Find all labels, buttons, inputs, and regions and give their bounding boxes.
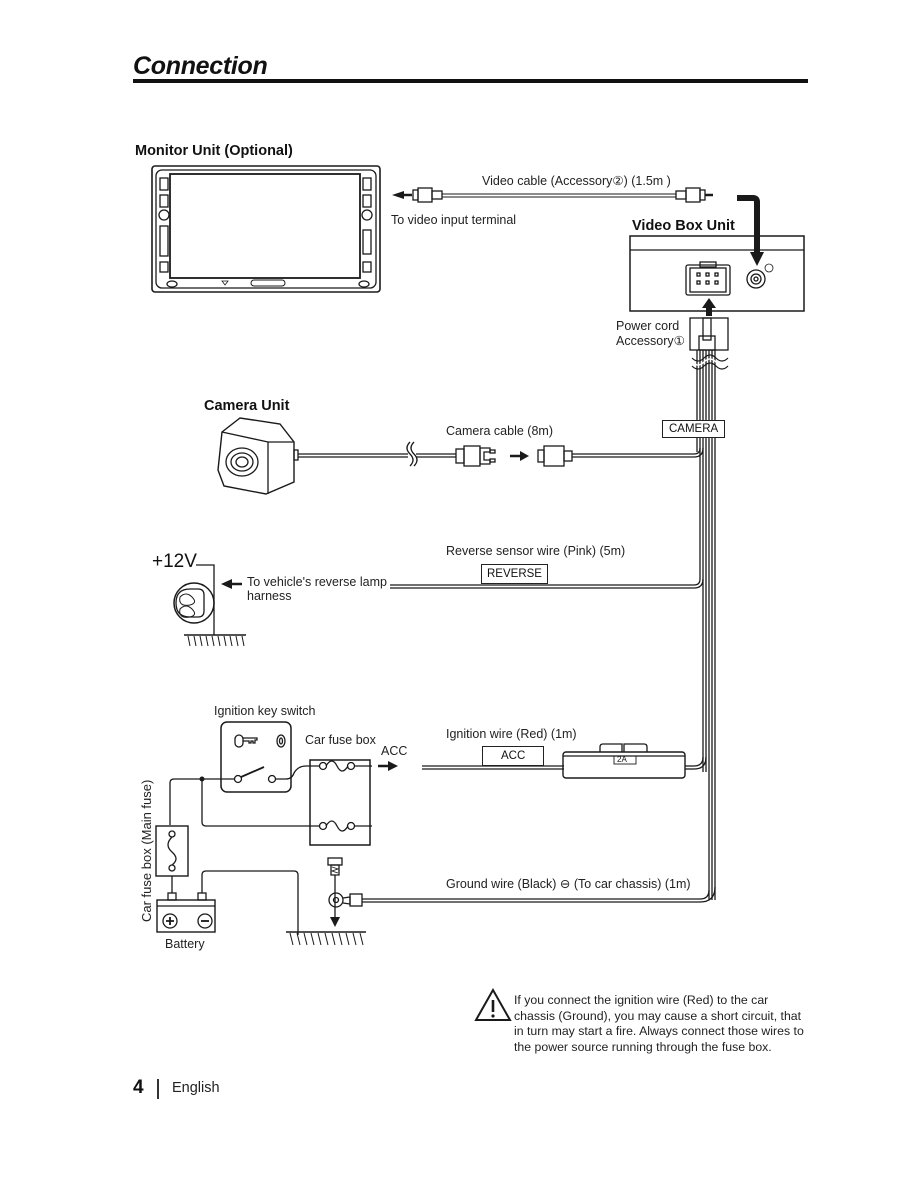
- page-separator: [157, 1079, 159, 1099]
- video-cable-label: Video cable (Accessory②) (1.5m ): [482, 174, 671, 188]
- camera-connector-tag: CAMERA: [662, 420, 726, 438]
- reverse-lamp-harness-label: harness: [247, 589, 292, 603]
- ignition-circuit-wires: [169, 761, 398, 827]
- page-number: 4: [133, 1077, 144, 1098]
- warning-text: If you connect the ignition wire (Red) t…: [514, 993, 804, 1054]
- ignition-wire-label: Ignition wire (Red) (1m): [446, 727, 577, 741]
- battery-label: Battery: [165, 937, 205, 951]
- monitor-unit-heading: Monitor Unit (Optional): [135, 143, 293, 159]
- ignition-key-switch-label: Ignition key switch: [214, 704, 316, 718]
- arrow-up-icon: [702, 298, 716, 316]
- acc-connector-tag: ACC: [482, 746, 545, 766]
- video-box-unit-heading: Video Box Unit: [632, 218, 735, 234]
- fuse-rating-label: 2A: [617, 755, 627, 764]
- ignition-wire: [422, 743, 707, 779]
- camera-cable-label: Camera cable (8m): [446, 424, 553, 438]
- ignition-key-switch-illustration: [220, 721, 292, 793]
- reverse-lamp-label: To vehicle's reverse lamp: [247, 575, 387, 589]
- voltage-label: +12V: [152, 551, 197, 572]
- camera-unit-illustration: [217, 417, 299, 495]
- main-fuse-label: Car fuse box (Main fuse): [139, 779, 154, 922]
- power-cord-label: Power cord: [616, 319, 680, 333]
- ground-wire-label: Ground wire (Black) ⊖ (To car chassis) (…: [446, 877, 691, 891]
- reverse-connector-tag: REVERSE: [481, 564, 548, 584]
- car-fuse-box-label: Car fuse box: [305, 733, 376, 747]
- arrow-down-icon: [330, 917, 340, 927]
- reverse-lamp-illustration: [173, 564, 246, 647]
- ground-terminal: [327, 857, 363, 927]
- car-fuse-box-illustration: [309, 759, 372, 846]
- video-input-terminal-label: To video input terminal: [391, 213, 517, 227]
- arrow-right-icon: [520, 451, 529, 461]
- monitor-unit-illustration: [151, 165, 381, 293]
- arrow-left-icon: [392, 191, 404, 199]
- acc-label: ACC: [381, 744, 408, 758]
- page-language: English: [172, 1080, 220, 1096]
- reverse-wire-label: Reverse sensor wire (Pink) (5m): [446, 544, 626, 558]
- arrow-down-icon: [750, 252, 764, 266]
- power-cord-accessory-label: Accessory①: [616, 334, 685, 348]
- warning-triangle-icon: [474, 987, 512, 1021]
- arrow-right-icon: [388, 761, 398, 771]
- camera-cable: [298, 441, 704, 467]
- camera-unit-heading: Camera Unit: [204, 398, 290, 414]
- arrow-left-icon: [221, 579, 232, 589]
